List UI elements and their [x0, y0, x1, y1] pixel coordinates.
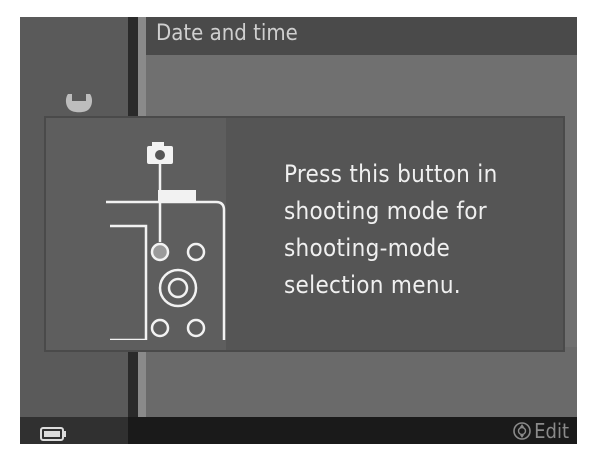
help-line-3: shooting-mode — [284, 234, 451, 262]
camera-back-diagram — [106, 142, 226, 340]
help-line-2: shooting mode for — [284, 197, 487, 225]
help-line-1: Press this button in — [284, 160, 498, 188]
edit-hint[interactable]: Edit — [512, 419, 569, 443]
camera-icon — [147, 142, 173, 164]
camera-screen: Date and time Edit Press this button in … — [20, 17, 577, 444]
help-message: Press this button in shooting mode for s… — [284, 156, 554, 304]
help-popup: Press this button in shooting mode for s… — [46, 118, 563, 350]
edit-label: Edit — [534, 419, 569, 443]
footer-left — [20, 417, 128, 444]
menu-item-row[interactable] — [146, 347, 577, 417]
menu-title: Date and time — [156, 21, 298, 46]
multi-selector-icon — [513, 422, 531, 440]
wrench-icon[interactable] — [64, 92, 94, 114]
battery-icon — [40, 427, 66, 441]
help-line-4: selection menu. — [284, 271, 461, 299]
